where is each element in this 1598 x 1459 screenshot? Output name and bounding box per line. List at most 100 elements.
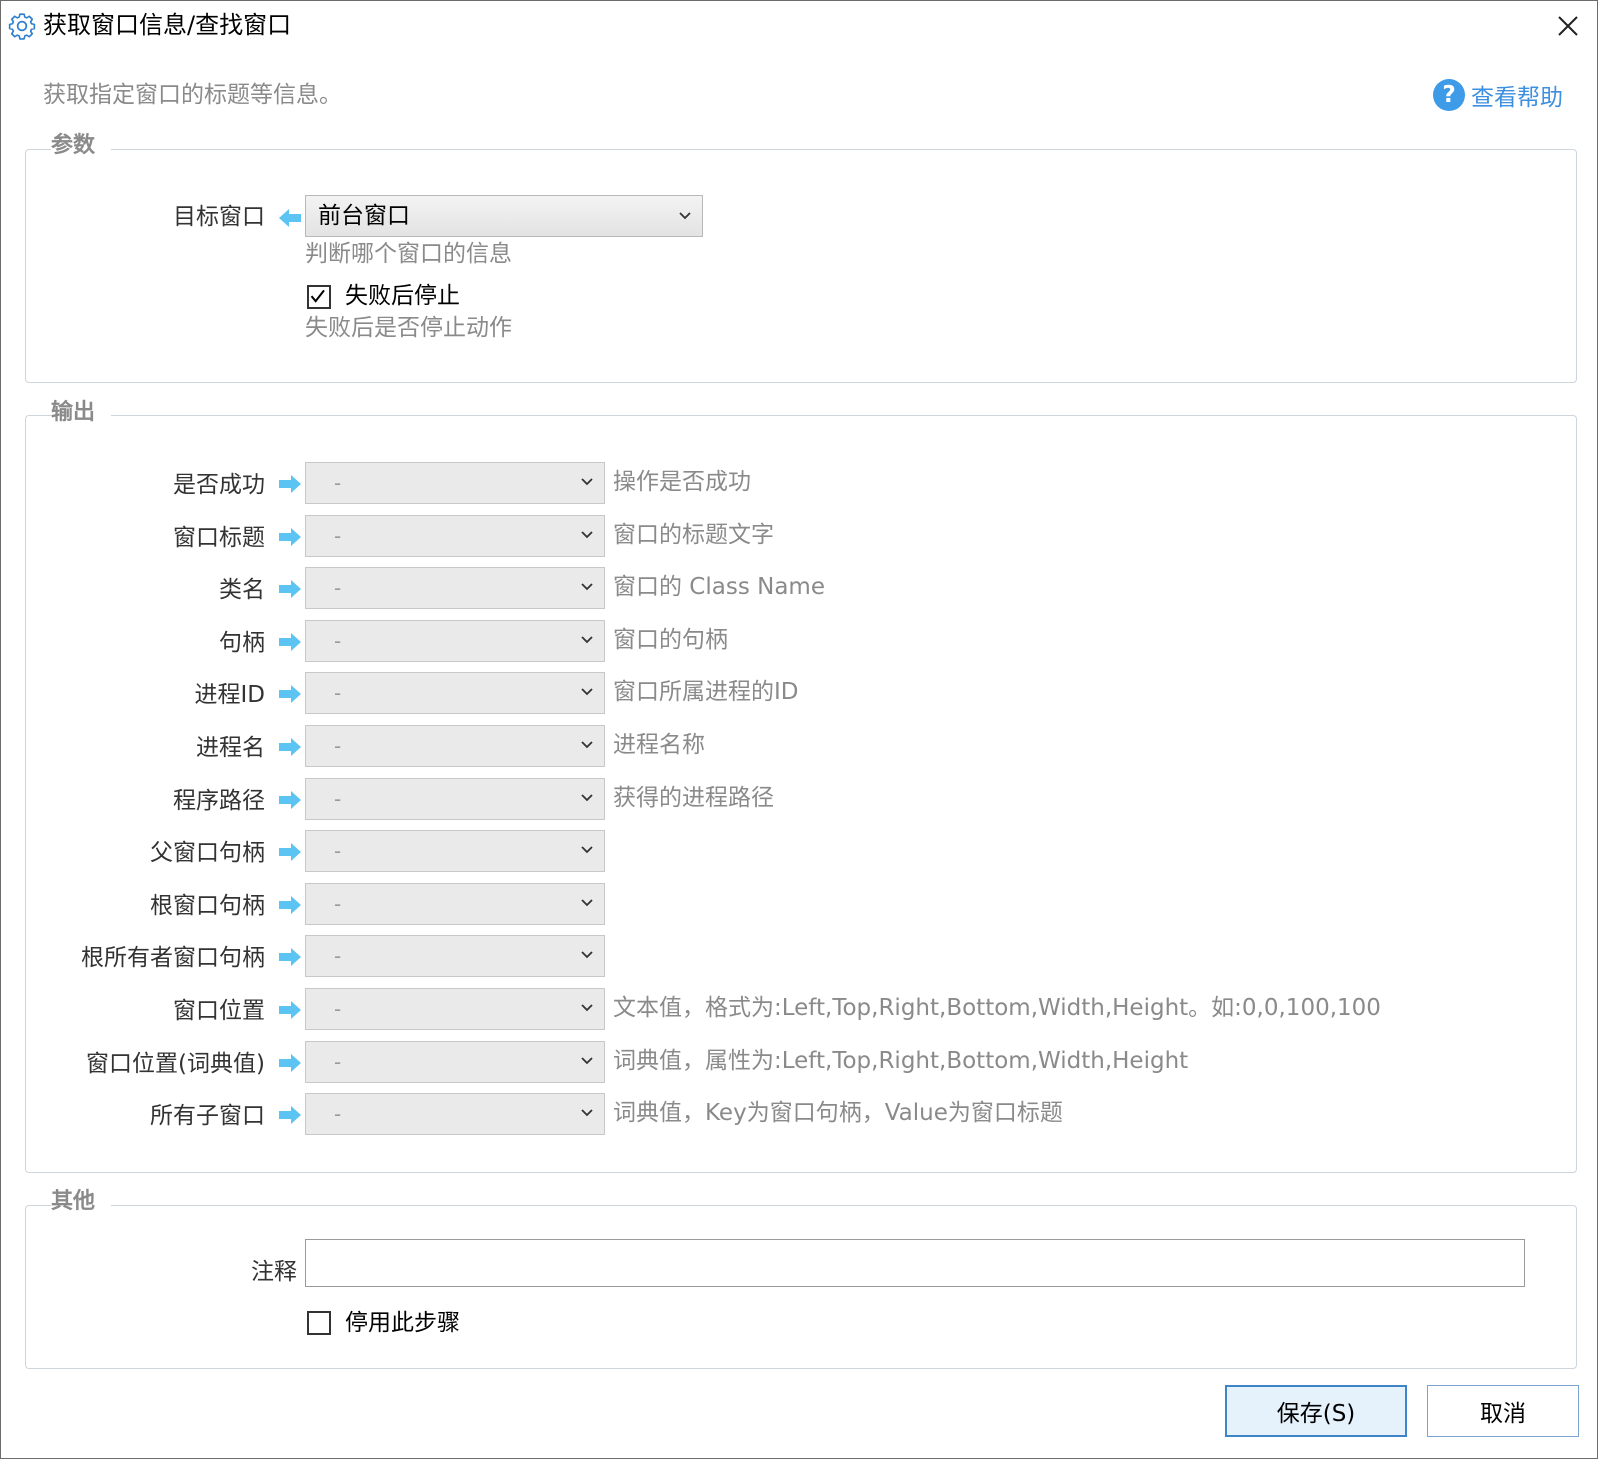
other-group bbox=[25, 1205, 1577, 1369]
chevron-down-icon bbox=[581, 688, 593, 696]
output-variable-value: - bbox=[334, 524, 342, 548]
output-label: 根窗口句柄 bbox=[150, 893, 265, 919]
arrow-right-icon bbox=[279, 738, 301, 756]
cancel-button[interactable]: 取消 bbox=[1427, 1385, 1579, 1437]
output-variable-value: - bbox=[334, 944, 342, 968]
arrow-right-icon bbox=[279, 1001, 301, 1019]
arrow-left-icon bbox=[279, 209, 301, 227]
disable-step-label[interactable]: 停用此步骤 bbox=[345, 1308, 460, 1338]
chevron-down-icon bbox=[581, 636, 593, 644]
help-link[interactable]: ? 查看帮助 bbox=[1433, 77, 1563, 113]
output-variable-value: - bbox=[334, 629, 342, 653]
output-variable-value: - bbox=[334, 1102, 342, 1126]
chevron-down-icon bbox=[581, 583, 593, 591]
output-label: 类名 bbox=[219, 577, 265, 603]
output-variable-value: - bbox=[334, 471, 342, 495]
output-variable-value: - bbox=[334, 787, 342, 811]
dialog-description: 获取指定窗口的标题等信息。 bbox=[43, 82, 342, 108]
arrow-right-icon bbox=[279, 896, 301, 914]
output-hint: 窗口的标题文字 bbox=[613, 522, 774, 548]
stop-on-fail-label[interactable]: 失败后停止 bbox=[345, 281, 460, 311]
arrow-right-icon bbox=[279, 1054, 301, 1072]
output-label: 窗口位置 bbox=[173, 998, 265, 1024]
output-hint: 窗口的句柄 bbox=[613, 627, 728, 653]
arrow-right-icon bbox=[279, 1106, 301, 1124]
output-variable-value: - bbox=[334, 576, 342, 600]
output-variable-value: - bbox=[334, 997, 342, 1021]
output-label: 进程ID bbox=[194, 682, 266, 708]
chevron-down-icon bbox=[581, 1004, 593, 1012]
output-hint: 词典值，Key为窗口句柄，Value为窗口标题 bbox=[613, 1100, 1063, 1126]
output-hint: 操作是否成功 bbox=[613, 469, 751, 495]
output-variable-select[interactable]: - bbox=[305, 935, 605, 977]
output-variable-value: - bbox=[334, 681, 342, 705]
output-variable-select[interactable]: - bbox=[305, 672, 605, 714]
output-hint: 词典值，属性为:Left,Top,Right,Bottom,Width,Heig… bbox=[613, 1048, 1189, 1074]
output-variable-select[interactable]: - bbox=[305, 778, 605, 820]
output-variable-select[interactable]: - bbox=[305, 988, 605, 1030]
chevron-down-icon bbox=[581, 846, 593, 854]
dialog-window: 获取窗口信息/查找窗口 获取指定窗口的标题等信息。 ? 查看帮助 参数 目标窗口… bbox=[0, 0, 1598, 1459]
output-label: 根所有者窗口句柄 bbox=[81, 945, 265, 971]
comment-label: 注释 bbox=[251, 1259, 297, 1285]
output-label: 程序路径 bbox=[173, 788, 265, 814]
output-variable-select[interactable]: - bbox=[305, 567, 605, 609]
arrow-right-icon bbox=[279, 685, 301, 703]
output-variable-select[interactable]: - bbox=[305, 883, 605, 925]
title-bar: 获取窗口信息/查找窗口 bbox=[1, 1, 1597, 51]
params-group bbox=[25, 149, 1577, 383]
chevron-down-icon bbox=[581, 478, 593, 486]
output-variable-value: - bbox=[334, 734, 342, 758]
target-window-hint: 判断哪个窗口的信息 bbox=[305, 241, 512, 267]
stop-on-fail-checkbox[interactable] bbox=[307, 285, 331, 309]
gear-icon bbox=[8, 13, 36, 40]
chevron-down-icon bbox=[581, 951, 593, 959]
output-label: 父窗口句柄 bbox=[150, 840, 265, 866]
output-label: 窗口位置(词典值) bbox=[86, 1051, 265, 1077]
arrow-right-icon bbox=[279, 633, 301, 651]
arrow-right-icon bbox=[279, 580, 301, 598]
chevron-down-icon bbox=[581, 531, 593, 539]
output-variable-select[interactable]: - bbox=[305, 462, 605, 504]
output-hint: 窗口所属进程的ID bbox=[613, 679, 799, 705]
outputs-group-title: 输出 bbox=[51, 399, 112, 427]
output-hint: 文本值，格式为:Left,Top,Right,Bottom,Width,Heig… bbox=[613, 995, 1381, 1021]
output-variable-select[interactable]: - bbox=[305, 620, 605, 662]
output-variable-select[interactable]: - bbox=[305, 830, 605, 872]
chevron-down-icon bbox=[679, 212, 691, 220]
output-variable-value: - bbox=[334, 1050, 342, 1074]
arrow-right-icon bbox=[279, 475, 301, 493]
output-label: 句柄 bbox=[219, 630, 265, 656]
output-variable-select[interactable]: - bbox=[305, 515, 605, 557]
close-icon[interactable] bbox=[1553, 11, 1583, 41]
target-window-label: 目标窗口 bbox=[173, 204, 265, 230]
comment-input[interactable] bbox=[305, 1239, 1525, 1287]
checkmark-icon bbox=[310, 289, 325, 303]
output-variable-value: - bbox=[334, 892, 342, 916]
output-label: 窗口标题 bbox=[173, 525, 265, 551]
window-title: 获取窗口信息/查找窗口 bbox=[43, 11, 292, 39]
output-label: 所有子窗口 bbox=[150, 1103, 265, 1129]
params-group-title: 参数 bbox=[51, 132, 112, 160]
question-icon: ? bbox=[1433, 79, 1465, 111]
output-variable-select[interactable]: - bbox=[305, 1041, 605, 1083]
output-variable-select[interactable]: - bbox=[305, 725, 605, 767]
arrow-right-icon bbox=[279, 843, 301, 861]
chevron-down-icon bbox=[581, 1109, 593, 1117]
save-button[interactable]: 保存(S) bbox=[1225, 1385, 1407, 1437]
target-window-select[interactable]: 前台窗口 bbox=[305, 195, 703, 237]
chevron-down-icon bbox=[581, 741, 593, 749]
help-label: 查看帮助 bbox=[1471, 85, 1563, 111]
stop-on-fail-hint: 失败后是否停止动作 bbox=[305, 315, 512, 341]
output-variable-value: - bbox=[334, 839, 342, 863]
other-group-title: 其他 bbox=[51, 1188, 112, 1216]
disable-step-checkbox[interactable] bbox=[307, 1311, 331, 1335]
output-variable-select[interactable]: - bbox=[305, 1093, 605, 1135]
arrow-right-icon bbox=[279, 528, 301, 546]
output-hint: 获得的进程路径 bbox=[613, 785, 774, 811]
arrow-right-icon bbox=[279, 791, 301, 809]
arrow-right-icon bbox=[279, 948, 301, 966]
chevron-down-icon bbox=[581, 1057, 593, 1065]
output-label: 是否成功 bbox=[173, 472, 265, 498]
output-label: 进程名 bbox=[196, 735, 265, 761]
